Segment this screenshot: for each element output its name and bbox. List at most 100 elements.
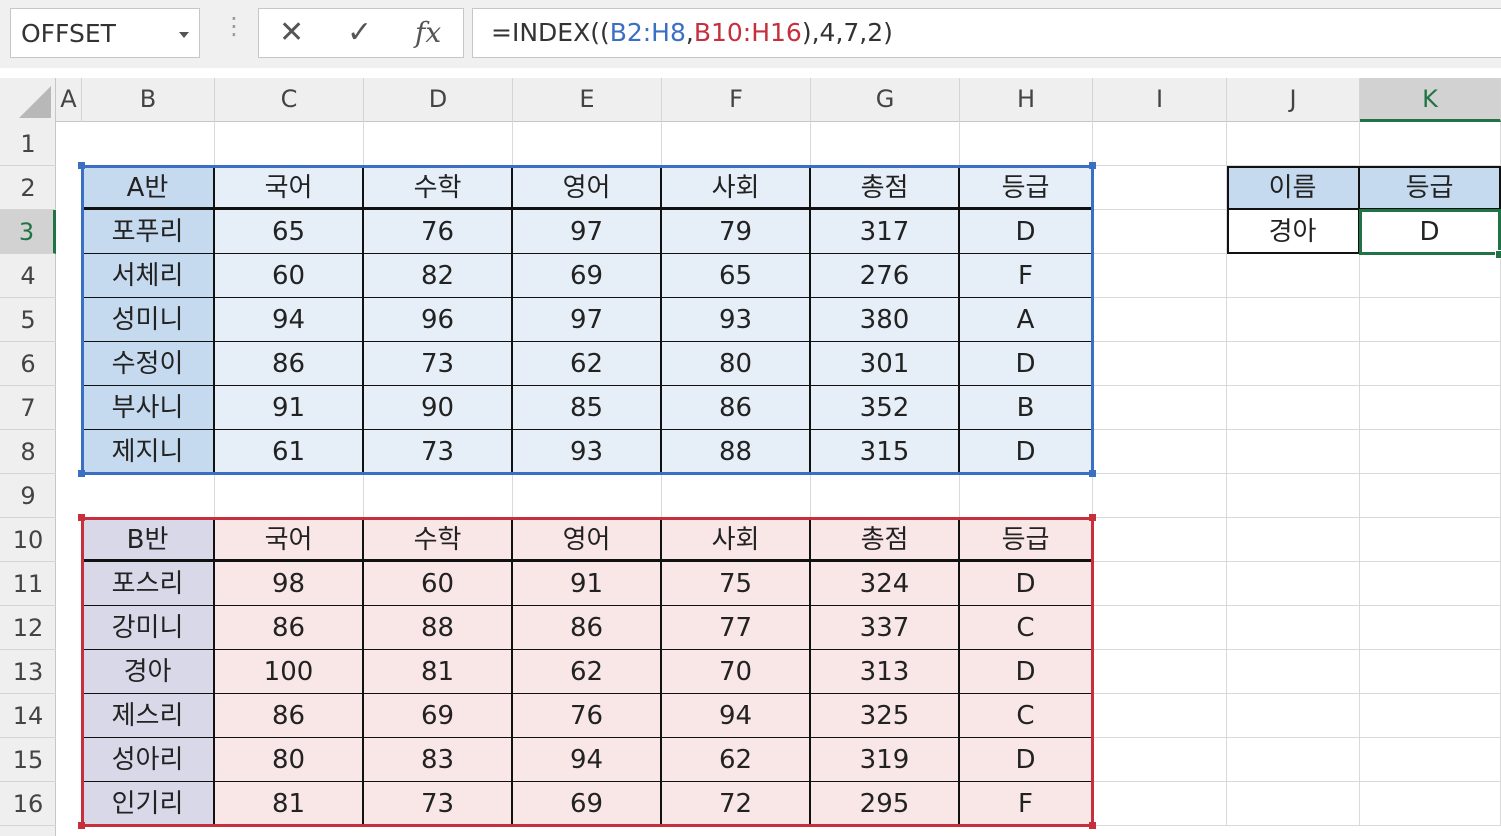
cell-i12[interactable] bbox=[1093, 606, 1227, 650]
cell-d8[interactable]: 73 bbox=[364, 430, 513, 474]
cell-c4[interactable]: 60 bbox=[215, 254, 364, 298]
cell-g14[interactable]: 325 bbox=[811, 694, 960, 738]
cell-i9[interactable] bbox=[1093, 474, 1227, 518]
cell-e8[interactable]: 93 bbox=[513, 430, 662, 474]
cell-c12[interactable]: 86 bbox=[215, 606, 364, 650]
cell-j2[interactable]: 이름 bbox=[1227, 166, 1360, 210]
cell-g5[interactable]: 380 bbox=[811, 298, 960, 342]
cell-i4[interactable] bbox=[1093, 254, 1227, 298]
cell-b1[interactable] bbox=[82, 122, 215, 166]
cell-g6[interactable]: 301 bbox=[811, 342, 960, 386]
cell-k4[interactable] bbox=[1360, 254, 1501, 298]
cell-j3[interactable]: 경아 bbox=[1227, 210, 1360, 254]
row-header-6[interactable]: 6 bbox=[0, 342, 56, 386]
cell-c15[interactable]: 80 bbox=[215, 738, 364, 782]
cell-e11[interactable]: 91 bbox=[513, 562, 662, 606]
cell-c10[interactable]: 국어 bbox=[215, 518, 364, 562]
cell-g9[interactable] bbox=[811, 474, 960, 518]
select-all-button[interactable] bbox=[0, 78, 56, 122]
cell-f4[interactable]: 65 bbox=[662, 254, 811, 298]
formula-input[interactable]: =INDEX((B2:H8,B10:H16),4,7,2) bbox=[472, 8, 1501, 58]
column-header-h[interactable]: H bbox=[960, 78, 1093, 122]
row-header-15[interactable]: 15 bbox=[0, 738, 56, 782]
cell-k8[interactable] bbox=[1360, 430, 1501, 474]
range-handle-table-a-1[interactable] bbox=[1089, 162, 1096, 169]
cell-j9[interactable] bbox=[1227, 474, 1360, 518]
cell-f9[interactable] bbox=[662, 474, 811, 518]
row-header-10[interactable]: 10 bbox=[0, 518, 56, 562]
cell-k15[interactable] bbox=[1360, 738, 1501, 782]
cell-f11[interactable]: 75 bbox=[662, 562, 811, 606]
cell-j1[interactable] bbox=[1227, 122, 1360, 166]
cell-c3[interactable]: 65 bbox=[215, 210, 364, 254]
cell-f1[interactable] bbox=[662, 122, 811, 166]
cell-b15[interactable]: 성아리 bbox=[82, 738, 215, 782]
row-header-7[interactable]: 7 bbox=[0, 386, 56, 430]
range-handle-table-b-3[interactable] bbox=[1089, 822, 1096, 829]
cell-h16[interactable]: F bbox=[960, 782, 1093, 826]
cell-i15[interactable] bbox=[1093, 738, 1227, 782]
cell-g2[interactable]: 총점 bbox=[811, 166, 960, 210]
row-header-2[interactable]: 2 bbox=[0, 166, 56, 210]
cell-h5[interactable]: A bbox=[960, 298, 1093, 342]
cell-i8[interactable] bbox=[1093, 430, 1227, 474]
row-header-13[interactable]: 13 bbox=[0, 650, 56, 694]
cell-j15[interactable] bbox=[1227, 738, 1360, 782]
cell-k5[interactable] bbox=[1360, 298, 1501, 342]
cell-j7[interactable] bbox=[1227, 386, 1360, 430]
cell-c5[interactable]: 94 bbox=[215, 298, 364, 342]
insert-function-icon[interactable]: fx bbox=[415, 14, 441, 52]
cell-i6[interactable] bbox=[1093, 342, 1227, 386]
cell-d3[interactable]: 76 bbox=[364, 210, 513, 254]
cell-g1[interactable] bbox=[811, 122, 960, 166]
cell-h6[interactable]: D bbox=[960, 342, 1093, 386]
cell-e13[interactable]: 62 bbox=[513, 650, 662, 694]
cell-e1[interactable] bbox=[513, 122, 662, 166]
column-header-j[interactable]: J bbox=[1227, 78, 1360, 122]
cell-h7[interactable]: B bbox=[960, 386, 1093, 430]
row-header-1[interactable]: 1 bbox=[0, 122, 56, 166]
cell-k1[interactable] bbox=[1360, 122, 1501, 166]
cell-k14[interactable] bbox=[1360, 694, 1501, 738]
cell-d5[interactable]: 96 bbox=[364, 298, 513, 342]
cell-i3[interactable] bbox=[1093, 210, 1227, 254]
cell-d9[interactable] bbox=[364, 474, 513, 518]
range-handle-table-b-0[interactable] bbox=[78, 514, 85, 521]
cell-k2[interactable]: 등급 bbox=[1360, 166, 1501, 210]
cell-j8[interactable] bbox=[1227, 430, 1360, 474]
range-handle-table-a-3[interactable] bbox=[1089, 470, 1096, 477]
cell-h2[interactable]: 등급 bbox=[960, 166, 1093, 210]
cell-e9[interactable] bbox=[513, 474, 662, 518]
cell-d2[interactable]: 수학 bbox=[364, 166, 513, 210]
cell-b16[interactable]: 인기리 bbox=[82, 782, 215, 826]
cell-e14[interactable]: 76 bbox=[513, 694, 662, 738]
range-handle-table-b-2[interactable] bbox=[78, 822, 85, 829]
cell-j12[interactable] bbox=[1227, 606, 1360, 650]
cell-c9[interactable] bbox=[215, 474, 364, 518]
cell-h4[interactable]: F bbox=[960, 254, 1093, 298]
column-header-g[interactable]: G bbox=[811, 78, 960, 122]
range-handle-table-b-1[interactable] bbox=[1089, 514, 1096, 521]
cell-g4[interactable]: 276 bbox=[811, 254, 960, 298]
cell-b9[interactable] bbox=[82, 474, 215, 518]
cell-k16[interactable] bbox=[1360, 782, 1501, 826]
cell-b10[interactable]: B반 bbox=[82, 518, 215, 562]
cell-h13[interactable]: D bbox=[960, 650, 1093, 694]
cell-i7[interactable] bbox=[1093, 386, 1227, 430]
row-header-12[interactable]: 12 bbox=[0, 606, 56, 650]
cell-j5[interactable] bbox=[1227, 298, 1360, 342]
row-header-5[interactable]: 5 bbox=[0, 298, 56, 342]
cell-c1[interactable] bbox=[215, 122, 364, 166]
cell-d12[interactable]: 88 bbox=[364, 606, 513, 650]
cell-g10[interactable]: 총점 bbox=[811, 518, 960, 562]
cell-g15[interactable]: 319 bbox=[811, 738, 960, 782]
cell-g13[interactable]: 313 bbox=[811, 650, 960, 694]
cell-b4[interactable]: 서체리 bbox=[82, 254, 215, 298]
cell-h12[interactable]: C bbox=[960, 606, 1093, 650]
cell-b13[interactable]: 경아 bbox=[82, 650, 215, 694]
column-header-a[interactable]: A bbox=[56, 78, 82, 122]
cell-f5[interactable]: 93 bbox=[662, 298, 811, 342]
cell-b2[interactable]: A반 bbox=[82, 166, 215, 210]
cell-c8[interactable]: 61 bbox=[215, 430, 364, 474]
cell-e7[interactable]: 85 bbox=[513, 386, 662, 430]
